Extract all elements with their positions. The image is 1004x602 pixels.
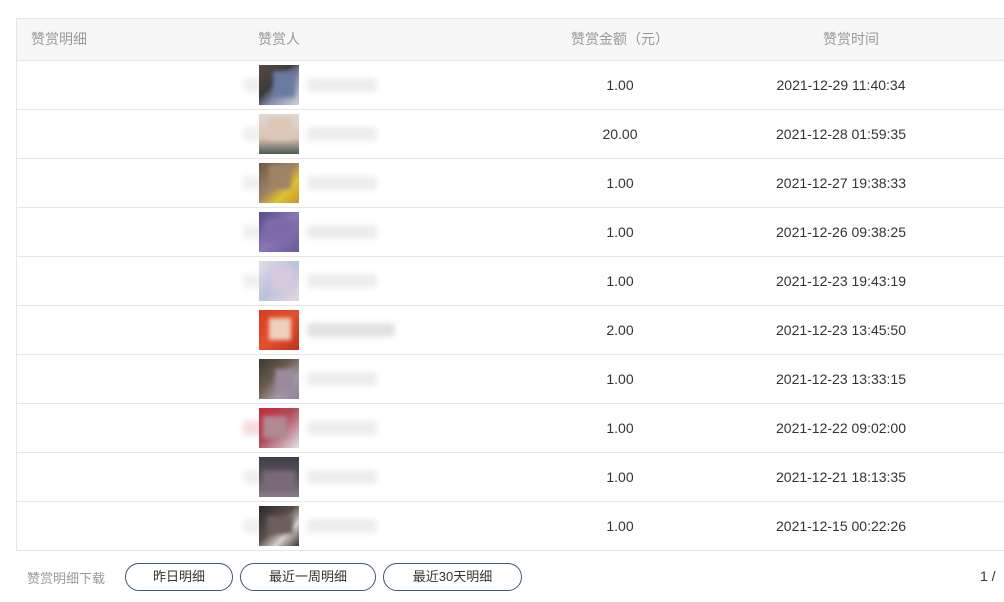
username-redacted	[307, 323, 395, 337]
table-body: 1.00 2021-12-29 11:40:34 20.00 2021-12-2…	[16, 61, 1004, 551]
amount-cell: 1.00	[606, 175, 634, 191]
username-redacted	[307, 519, 377, 533]
time-cell: 2021-12-15 00:22:26	[776, 518, 906, 534]
table-row: 1.00 2021-12-23 19:43:19	[17, 257, 1004, 306]
table-row: 1.00 2021-12-29 11:40:34	[17, 61, 1004, 110]
time-cell: 2021-12-27 19:38:33	[776, 175, 906, 191]
header-time: 赞赏时间	[823, 31, 879, 47]
avatar	[259, 212, 299, 252]
table-row: 2.00 2021-12-23 13:45:50	[17, 306, 1004, 355]
username-redacted	[307, 421, 377, 435]
username-redacted	[307, 470, 377, 484]
header-user: 赞赏人	[258, 31, 300, 47]
username-redacted	[307, 176, 377, 190]
amount-cell: 1.00	[606, 420, 634, 436]
time-cell: 2021-12-23 19:43:19	[776, 273, 906, 289]
avatar	[259, 408, 299, 448]
last-30-days-detail-button[interactable]: 最近30天明细	[383, 563, 522, 591]
table-row: 1.00 2021-12-15 00:22:26	[17, 502, 1004, 551]
amount-cell: 1.00	[606, 77, 634, 93]
table-row: 1.00 2021-12-21 18:13:35	[17, 453, 1004, 502]
amount-cell: 20.00	[602, 126, 638, 142]
header-detail: 赞赏明细	[31, 31, 87, 47]
table-header: 赞赏明细 赞赏人 赞赏金额（元） 赞赏时间	[16, 18, 1004, 61]
time-cell: 2021-12-26 09:38:25	[776, 224, 906, 240]
avatar	[259, 457, 299, 497]
username-redacted	[307, 225, 377, 239]
table-row: 1.00 2021-12-26 09:38:25	[17, 208, 1004, 257]
amount-cell: 1.00	[606, 518, 634, 534]
username-redacted	[307, 78, 377, 92]
header-amount: 赞赏金额（元）	[571, 31, 669, 47]
pagination-indicator: 1 /	[980, 568, 996, 584]
avatar	[259, 114, 299, 154]
reward-table: 赞赏明细 赞赏人 赞赏金额（元） 赞赏时间 1.00 2021-12-29 11…	[16, 18, 1004, 551]
avatar	[259, 261, 299, 301]
download-label: 赞赏明细下载	[27, 571, 106, 586]
avatar	[259, 163, 299, 203]
avatar	[259, 359, 299, 399]
download-bar: 赞赏明细下载 昨日明细 最近一周明细 最近30天明细 1 /	[0, 554, 1004, 602]
avatar	[259, 65, 299, 105]
table-row: 20.00 2021-12-28 01:59:35	[17, 110, 1004, 159]
avatar	[259, 310, 299, 350]
username-redacted	[307, 372, 377, 386]
yesterday-detail-button[interactable]: 昨日明细	[125, 563, 233, 591]
table-row: 1.00 2021-12-22 09:02:00	[17, 404, 1004, 453]
table-row: 1.00 2021-12-23 13:33:15	[17, 355, 1004, 404]
time-cell: 2021-12-23 13:45:50	[776, 322, 906, 338]
time-cell: 2021-12-22 09:02:00	[776, 420, 906, 436]
time-cell: 2021-12-23 13:33:15	[776, 371, 906, 387]
amount-cell: 1.00	[606, 469, 634, 485]
time-cell: 2021-12-28 01:59:35	[776, 126, 906, 142]
time-cell: 2021-12-29 11:40:34	[776, 77, 906, 93]
amount-cell: 1.00	[606, 224, 634, 240]
username-redacted	[307, 274, 377, 288]
table-row: 1.00 2021-12-27 19:38:33	[17, 159, 1004, 208]
time-cell: 2021-12-21 18:13:35	[776, 469, 906, 485]
amount-cell: 1.00	[606, 371, 634, 387]
amount-cell: 2.00	[606, 322, 634, 338]
avatar	[259, 506, 299, 546]
amount-cell: 1.00	[606, 273, 634, 289]
username-redacted	[307, 127, 377, 141]
last-week-detail-button[interactable]: 最近一周明细	[240, 563, 376, 591]
